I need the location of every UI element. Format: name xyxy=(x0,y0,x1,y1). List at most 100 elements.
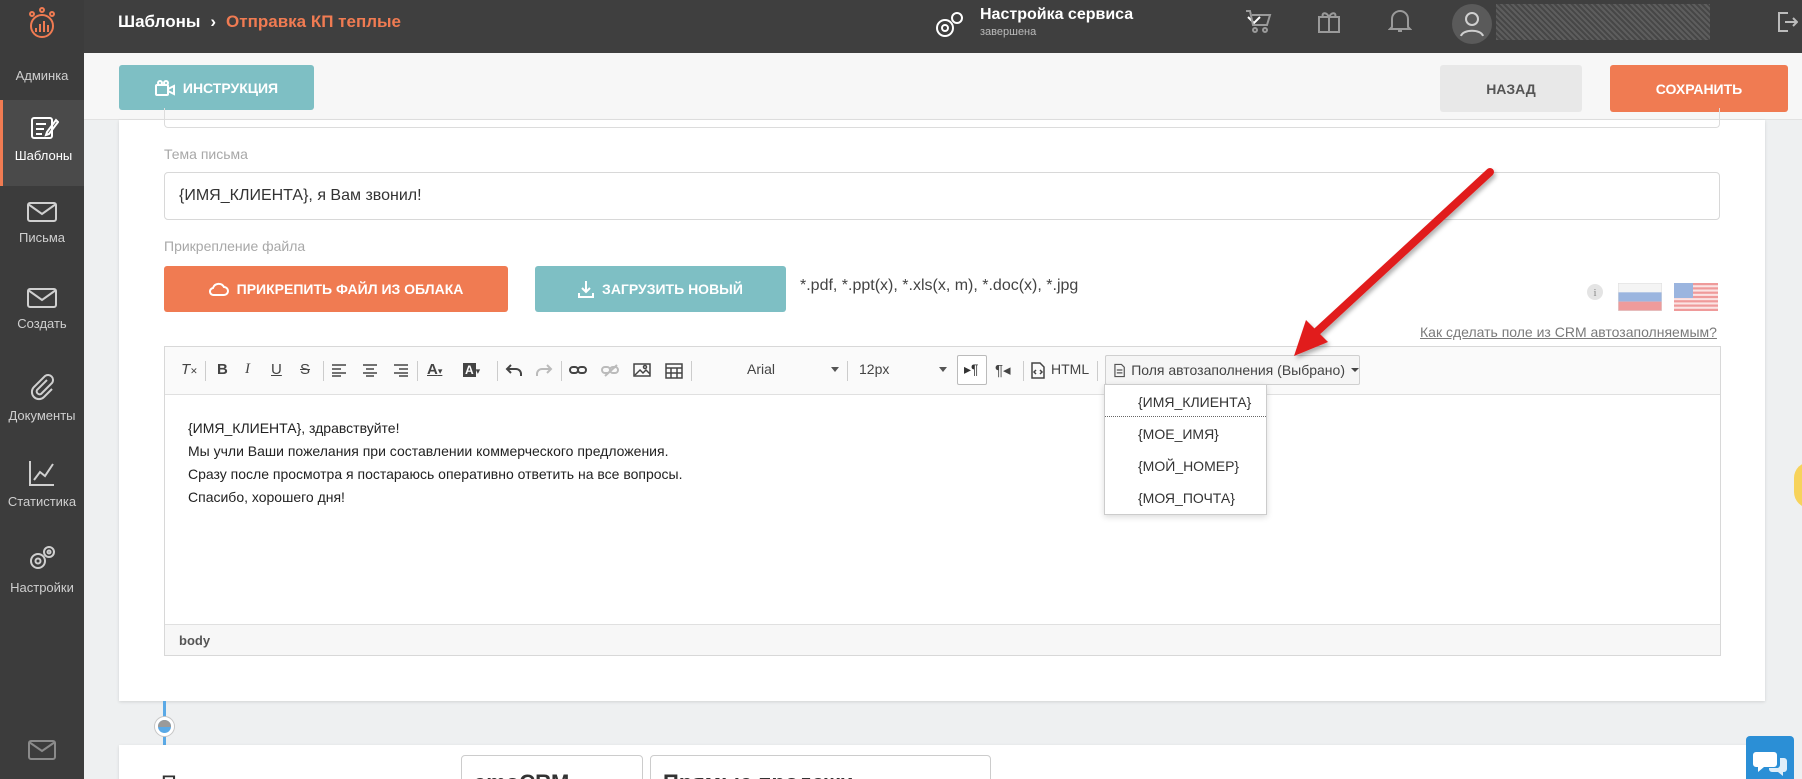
italic-icon[interactable]: I xyxy=(245,361,250,378)
breadcrumb-chevron-icon: › xyxy=(210,12,217,31)
create-icon xyxy=(27,288,57,308)
back-button[interactable]: Назад xyxy=(1440,65,1582,112)
sidebar-item-label: Создать xyxy=(17,316,67,331)
autofill-option-my-number[interactable]: {МОЙ_НОМЕР} xyxy=(1105,449,1266,481)
toolbar-divider xyxy=(1023,361,1024,381)
editor-content[interactable]: {ИМЯ_КЛИЕНТА}, здравствуйте! Мы учли Ваш… xyxy=(188,417,683,509)
align-left-icon[interactable] xyxy=(331,363,347,377)
info-icon[interactable]: i xyxy=(1587,284,1603,300)
redo-icon[interactable] xyxy=(535,363,553,377)
avatar[interactable] xyxy=(1452,4,1492,44)
app-logo-icon[interactable] xyxy=(22,4,62,44)
autofill-option-my-name[interactable]: {МОЕ_ИМЯ} xyxy=(1105,417,1266,449)
upload-new-button[interactable]: Загрузить новый xyxy=(535,266,786,312)
background-color-icon[interactable]: A ▾ xyxy=(463,361,480,378)
sidebar: Админка Шаблоны Письма Создать Документы… xyxy=(0,0,84,779)
sidebar-item-templates[interactable]: Шаблоны xyxy=(0,100,84,186)
video-icon xyxy=(154,79,175,96)
template-form-card: Тема письма {ИМЯ_КЛИЕНТА}, я Вам звонил!… xyxy=(119,108,1765,701)
body-line: Сразу после просмотра я постараюсь опера… xyxy=(188,466,683,482)
stage-select[interactable]: Прямые продажи xyxy=(650,755,991,779)
link-icon[interactable] xyxy=(569,364,587,376)
autofill-option-client-name[interactable]: {ИМЯ_КЛИЕНТА} xyxy=(1105,385,1266,417)
red-arrow-annotation-icon xyxy=(1294,168,1494,356)
breadcrumb-root[interactable]: Шаблоны xyxy=(118,12,200,31)
sidebar-item-label: Документы xyxy=(8,408,76,423)
image-icon[interactable] xyxy=(633,363,651,377)
english-flag-icon[interactable] xyxy=(1674,283,1718,311)
gears-icon xyxy=(30,546,55,569)
bell-icon[interactable] xyxy=(1388,8,1412,34)
service-title: Настройка сервиса xyxy=(980,6,1134,23)
toolbar-divider xyxy=(847,361,848,381)
service-status: завершена xyxy=(980,26,1037,38)
body-line: Мы учли Ваши пожелания при составлении к… xyxy=(188,443,669,459)
font-size-label[interactable]: 12px xyxy=(859,361,889,377)
body-line: {ИМЯ_КЛИЕНТА}, здравствуйте! xyxy=(188,420,400,436)
pipeline-select[interactable]: amoCRM xyxy=(461,755,643,779)
toolbar-divider xyxy=(417,361,418,381)
breadcrumb: Шаблоны › Отправка КП теплые xyxy=(118,12,401,32)
sidebar-item-letters[interactable]: Письма xyxy=(0,186,84,272)
letters-icon xyxy=(27,202,57,222)
cart-icon[interactable] xyxy=(1244,8,1272,34)
toolbar-divider xyxy=(691,361,692,381)
gift-icon[interactable] xyxy=(1316,8,1342,34)
statistics-icon xyxy=(29,461,54,486)
rtl-paragraph-icon[interactable]: ¶◂ xyxy=(995,361,1011,379)
cloud-icon xyxy=(208,282,229,296)
sidebar-item-documents[interactable]: Документы xyxy=(0,358,84,444)
element-path[interactable]: body xyxy=(179,633,210,648)
ltr-paragraph-button[interactable]: ▸¶ xyxy=(957,355,987,385)
user-info-redacted xyxy=(1496,4,1710,40)
toolbar-divider xyxy=(561,361,562,381)
align-right-icon[interactable] xyxy=(393,363,409,377)
attachment-label: Прикрепление файла xyxy=(164,238,306,254)
settings-gear-icon xyxy=(936,12,963,37)
pipeline-move-label: Перемещение по воронке xyxy=(161,771,426,779)
mail-icon[interactable] xyxy=(28,740,56,765)
align-center-icon[interactable] xyxy=(362,363,378,377)
instruction-label: Инструкция xyxy=(182,79,279,96)
unlink-icon[interactable] xyxy=(601,364,619,378)
sidebar-item-label: Шаблоны xyxy=(14,148,73,163)
email-body-editor: T✕ B I U S A▾ A ▾ Arial 12px ▸¶ ¶◂ HTML … xyxy=(164,346,1721,656)
chat-icon xyxy=(1753,752,1787,776)
sidebar-item-admin[interactable]: Админка xyxy=(0,50,84,100)
underline-icon[interactable]: U xyxy=(271,361,282,378)
editor-statusbar: body xyxy=(165,624,1720,655)
russian-flag-icon[interactable] xyxy=(1618,283,1662,311)
subject-label: Тема письма xyxy=(164,146,248,162)
side-widget-tab[interactable] xyxy=(1794,462,1802,508)
table-icon[interactable] xyxy=(665,363,683,379)
upload-new-label: Загрузить новый xyxy=(602,281,743,297)
sidebar-item-statistics[interactable]: Статистика xyxy=(0,444,84,530)
timeline-node xyxy=(155,717,174,736)
svg-text:i: i xyxy=(1593,287,1596,299)
bold-icon[interactable]: B xyxy=(217,361,228,378)
text-color-icon[interactable]: A▾ xyxy=(427,361,442,378)
code-file-icon[interactable] xyxy=(1031,362,1045,379)
autofill-option-my-email[interactable]: {МОЯ_ПОЧТА} xyxy=(1105,481,1266,513)
previous-field[interactable] xyxy=(164,108,1720,128)
breadcrumb-current: Отправка КП теплые xyxy=(226,12,401,31)
attach-from-cloud-button[interactable]: Прикрепить файл из облака xyxy=(164,266,508,312)
undo-icon[interactable] xyxy=(505,363,523,377)
templates-icon xyxy=(30,117,59,139)
chat-widget-button[interactable] xyxy=(1746,736,1794,779)
body-line: Спасибо, хорошего дня! xyxy=(188,489,345,505)
logout-icon[interactable] xyxy=(1776,10,1798,34)
paperclip-icon xyxy=(30,374,54,401)
strikethrough-icon[interactable]: S xyxy=(300,361,310,378)
save-button[interactable]: Сохранить xyxy=(1610,65,1788,112)
sidebar-item-create[interactable]: Создать xyxy=(0,272,84,358)
font-family-label[interactable]: Arial xyxy=(747,361,775,377)
sidebar-item-label: Статистика xyxy=(7,494,77,509)
sidebar-item-label: Админка xyxy=(15,68,69,83)
sidebar-item-settings[interactable]: Настройки xyxy=(0,530,84,616)
autofill-fields-menu: {ИМЯ_КЛИЕНТА} {МОЕ_ИМЯ} {МОЙ_НОМЕР} {МОЯ… xyxy=(1104,384,1267,515)
instruction-button[interactable]: Инструкция xyxy=(119,65,314,110)
clear-format-icon[interactable]: T✕ xyxy=(181,361,198,378)
sidebar-item-label: Письма xyxy=(18,230,66,245)
html-source-label[interactable]: HTML xyxy=(1051,361,1089,377)
